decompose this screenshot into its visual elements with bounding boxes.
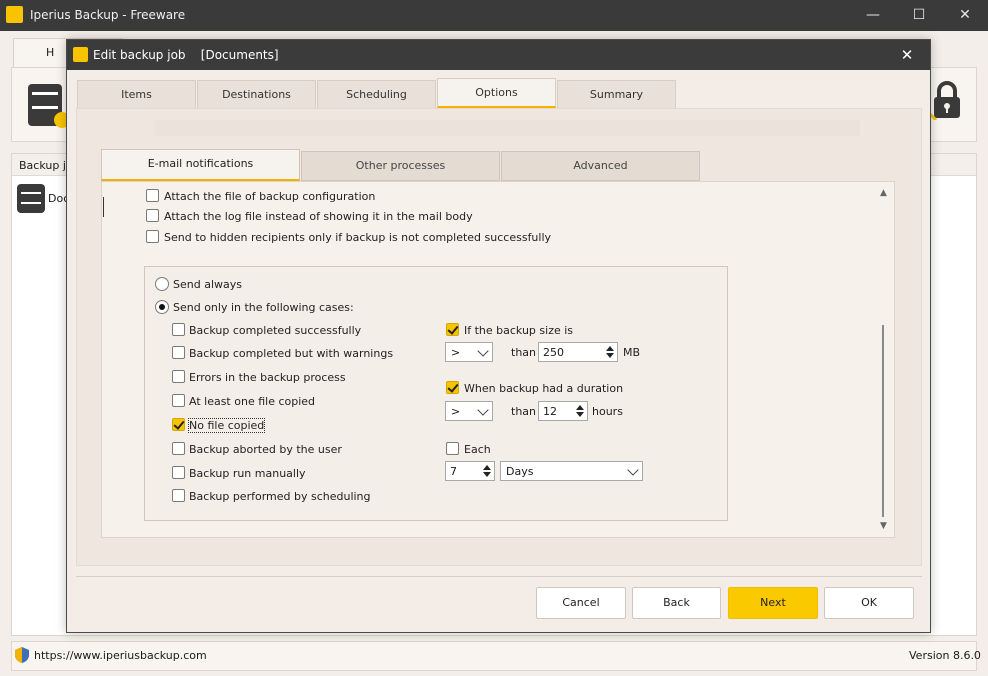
- subtab-email-notifications[interactable]: E-mail notifications: [101, 149, 300, 181]
- scroll-up-arrow-icon[interactable]: ▲: [875, 186, 892, 200]
- case-scheduled-label: Backup performed by scheduling: [189, 490, 371, 503]
- case-manual-checkbox[interactable]: [172, 466, 185, 479]
- backup-jobs-header-label: Backup jo: [19, 159, 73, 172]
- duration-operator-select[interactable]: >: [445, 401, 493, 421]
- case-errors-checkbox[interactable]: [172, 370, 185, 383]
- attach-config-label: Attach the file of backup configuration: [164, 190, 376, 203]
- job-documents-icon[interactable]: [16, 182, 46, 214]
- send-always-radio[interactable]: [155, 277, 169, 291]
- size-rule-label: If the backup size is: [464, 324, 574, 337]
- shield-icon: [15, 647, 29, 663]
- duration-than-label: than: [511, 405, 536, 418]
- stepper-up-icon[interactable]: [606, 346, 614, 351]
- minimize-button[interactable]: —: [850, 0, 896, 31]
- case-warnings-label: Backup completed but with warnings: [189, 347, 394, 360]
- footer-divider: [76, 576, 922, 577]
- duration-rule-checkbox[interactable]: [446, 381, 459, 394]
- maximize-button[interactable]: ☐: [896, 0, 942, 31]
- attach-config-checkbox[interactable]: [146, 189, 159, 202]
- version-label: Version 8.6.0: [909, 649, 981, 662]
- close-window-button[interactable]: ✕: [942, 0, 988, 31]
- send-always-label: Send always: [173, 278, 242, 291]
- tab-home-label: H: [46, 46, 55, 59]
- duration-operator-value: >: [451, 405, 461, 418]
- subtab-advanced[interactable]: Advanced: [501, 151, 700, 181]
- tab-scheduling[interactable]: Scheduling: [317, 80, 436, 109]
- case-one-file-label: At least one file copied: [189, 395, 316, 408]
- ok-button[interactable]: OK: [824, 587, 914, 619]
- subtab-other-processes[interactable]: Other processes: [301, 151, 500, 181]
- size-than-label: than: [511, 346, 536, 359]
- scroll-down-arrow-icon[interactable]: ▼: [875, 519, 892, 533]
- case-aborted-checkbox[interactable]: [172, 442, 185, 455]
- each-period-select[interactable]: Days: [500, 461, 643, 481]
- case-scheduled-checkbox[interactable]: [172, 489, 185, 502]
- lock-icon[interactable]: [930, 80, 964, 120]
- dialog-title: Edit backup job [Documents]: [93, 48, 279, 62]
- size-operator-select[interactable]: >: [445, 342, 493, 362]
- stepper-up-icon[interactable]: [483, 465, 491, 470]
- cancel-button[interactable]: Cancel: [536, 587, 626, 619]
- chevron-down-icon: [627, 464, 639, 476]
- size-value: 250: [543, 346, 564, 359]
- hidden-recipients-checkbox[interactable]: [146, 230, 159, 243]
- duration-unit-label: hours: [592, 405, 623, 418]
- duration-value-stepper[interactable]: 12: [538, 401, 588, 421]
- hidden-recipients-label: Send to hidden recipients only if backup…: [164, 231, 552, 244]
- backup-job-icon[interactable]: [26, 80, 66, 130]
- options-header-strip: [155, 120, 860, 136]
- tab-summary[interactable]: Summary: [557, 80, 676, 109]
- dialog-logo-icon: [73, 47, 88, 62]
- attach-log-checkbox[interactable]: [146, 209, 159, 222]
- dialog-close-button[interactable]: ✕: [892, 41, 922, 69]
- each-rule-label: Each: [464, 443, 491, 456]
- case-no-file-checkbox[interactable]: [172, 418, 185, 431]
- case-no-file-label: No file copied: [187, 418, 266, 433]
- size-rule-checkbox[interactable]: [446, 323, 459, 336]
- each-value-stepper[interactable]: 7: [445, 461, 495, 481]
- case-manual-label: Backup run manually: [189, 467, 306, 480]
- back-button[interactable]: Back: [632, 587, 721, 619]
- case-warnings-checkbox[interactable]: [172, 346, 185, 359]
- tab-options[interactable]: Options: [437, 78, 556, 108]
- focus-caret: [103, 197, 104, 217]
- status-url-link[interactable]: https://www.iperiusbackup.com: [34, 649, 207, 662]
- app-title: Iperius Backup - Freeware: [30, 8, 186, 22]
- stepper-down-icon[interactable]: [606, 353, 614, 358]
- each-rule-checkbox[interactable]: [446, 442, 459, 455]
- send-cases-label: Send only in the following cases:: [173, 301, 354, 314]
- tab-items[interactable]: Items: [77, 80, 196, 109]
- case-completed-label: Backup completed successfully: [189, 324, 362, 337]
- send-cases-radio[interactable]: [155, 300, 169, 314]
- stepper-down-icon[interactable]: [483, 472, 491, 477]
- case-completed-checkbox[interactable]: [172, 323, 185, 336]
- tab-destinations[interactable]: Destinations: [197, 80, 316, 109]
- size-value-stepper[interactable]: 250: [538, 342, 618, 362]
- duration-rule-label: When backup had a duration: [464, 382, 624, 395]
- stepper-up-icon[interactable]: [576, 405, 584, 410]
- next-button[interactable]: Next: [728, 587, 818, 619]
- size-unit-label: MB: [623, 346, 641, 359]
- scrollbar-thumb[interactable]: [882, 325, 884, 517]
- size-operator-value: >: [451, 346, 461, 359]
- each-period-value: Days: [506, 465, 534, 478]
- iperius-logo-icon: [6, 6, 23, 23]
- case-one-file-checkbox[interactable]: [172, 394, 185, 407]
- case-aborted-label: Backup aborted by the user: [189, 443, 342, 456]
- chevron-down-icon: [477, 404, 489, 416]
- case-errors-label: Errors in the backup process: [189, 371, 346, 384]
- attach-log-label: Attach the log file instead of showing i…: [164, 210, 473, 223]
- duration-value: 12: [543, 405, 557, 418]
- chevron-down-icon: [477, 345, 489, 357]
- each-value: 7: [450, 465, 457, 478]
- stepper-down-icon[interactable]: [576, 412, 584, 417]
